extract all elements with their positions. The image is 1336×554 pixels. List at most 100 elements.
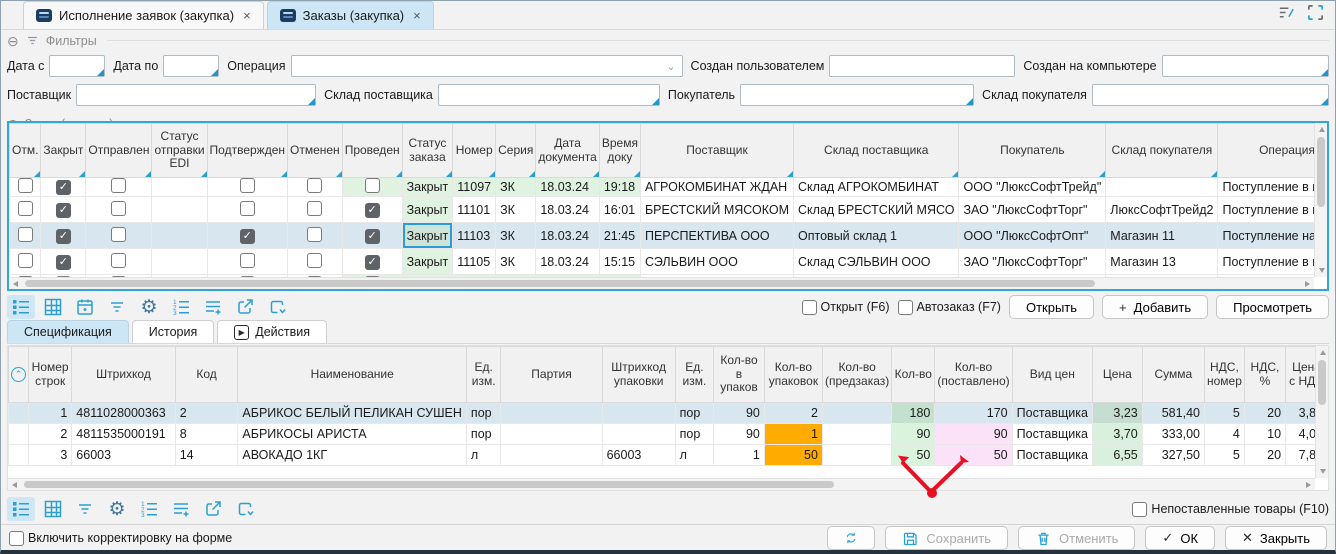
spec-col-header-5[interactable]: Ед. изм.: [466, 347, 501, 403]
cell-qty_in_pack[interactable]: 90: [714, 424, 765, 445]
cell-pack_barcode[interactable]: [602, 424, 675, 445]
cell-closed[interactable]: ✓: [41, 197, 86, 223]
cell-date[interactable]: 18.03.24: [536, 178, 600, 197]
checkbox[interactable]: [1132, 502, 1147, 517]
posted-checkbox[interactable]: [365, 178, 380, 193]
cell-buyer_store[interactable]: Магазин 11: [1106, 223, 1218, 249]
cell-vat_pct[interactable]: 20: [1244, 445, 1285, 466]
spec-col-header-7[interactable]: Штрихкод упаковки: [602, 347, 675, 403]
cell-otm[interactable]: [10, 249, 41, 275]
scroll-thumb[interactable]: [1317, 137, 1325, 207]
spec-col-header-0[interactable]: ⌃: [9, 347, 29, 403]
grid-icon[interactable]: [39, 497, 67, 521]
scroll-thumb[interactable]: [24, 481, 834, 488]
cell-delivered[interactable]: 90: [935, 424, 1012, 445]
orders-col-header-3[interactable]: Статус отправки EDI: [152, 124, 207, 178]
numbered-list-icon[interactable]: [167, 295, 195, 319]
cell-number[interactable]: 11101: [453, 197, 496, 223]
scroll-thumb[interactable]: [1318, 360, 1326, 405]
spec-col-header-10[interactable]: Кол-во упаковок: [764, 347, 822, 403]
canceled-checkbox[interactable]: [307, 201, 322, 216]
cell-canceled[interactable]: [288, 249, 343, 275]
spec-col-header-12[interactable]: Кол-во: [892, 347, 935, 403]
orders-vertical-scrollbar[interactable]: [1314, 123, 1327, 277]
sort-collapse-icon[interactable]: ⌃: [11, 367, 26, 382]
cell-supplier_store[interactable]: Склад АГРОКОМБИНАТ: [794, 178, 959, 197]
cell-sum[interactable]: 333,00: [1142, 424, 1204, 445]
order-row[interactable]: ✓✓Закрыт11101ЗК18.03.2416:01БРЕСТСКИЙ МЯ…: [10, 197, 1330, 223]
scroll-right-icon[interactable]: [1305, 281, 1310, 287]
cell-buyer_store[interactable]: Магазин 13: [1106, 249, 1218, 275]
cell-sent[interactable]: [86, 249, 152, 275]
cell-marker[interactable]: [9, 445, 29, 466]
otm-checkbox[interactable]: [18, 201, 33, 216]
buyer-store-input[interactable]: [1092, 84, 1329, 106]
cell-price[interactable]: 6,55: [1092, 445, 1142, 466]
cell-otm[interactable]: [10, 197, 41, 223]
cell-supplier_store[interactable]: Оптовый склад 1: [794, 223, 959, 249]
cell-posted[interactable]: ✓: [342, 197, 402, 223]
list-icon[interactable]: [7, 497, 35, 521]
autoorder-f7-checkbox[interactable]: Автозаказ (F7): [898, 300, 1001, 315]
cell-time[interactable]: 15:15: [599, 249, 640, 275]
fullscreen-icon[interactable]: [1306, 3, 1325, 25]
created-by-input[interactable]: [829, 55, 1015, 77]
tab-actions[interactable]: ▶Действия: [217, 320, 327, 343]
order-row[interactable]: ✓✓✓Закрыт11103ЗК18.03.2421:45ПЕРСПЕКТИВА…: [10, 223, 1330, 249]
spec-col-header-1[interactable]: Номер строк: [29, 347, 72, 403]
cell-num[interactable]: 3: [29, 445, 72, 466]
cell-operation[interactable]: Поступление в магази: [1218, 178, 1329, 197]
spec-col-header-18[interactable]: НДС, %: [1244, 347, 1285, 403]
open-external-icon[interactable]: [199, 497, 227, 521]
cell-sent[interactable]: [86, 197, 152, 223]
spec-col-header-4[interactable]: Наименование: [238, 347, 467, 403]
cell-num[interactable]: 1: [29, 403, 72, 424]
spec-row[interactable]: 248115350001918АБРИКОСЫ АРИСТАпорпор9019…: [9, 424, 1328, 445]
edit-list-icon[interactable]: [1277, 3, 1296, 25]
cell-operation[interactable]: Поступление в магази: [1218, 197, 1329, 223]
cell-sum[interactable]: 327,50: [1142, 445, 1204, 466]
cell-num[interactable]: 2: [29, 424, 72, 445]
cell-closed[interactable]: ✓: [41, 178, 86, 197]
cell-buyer_store[interactable]: [1106, 178, 1218, 197]
sent-checkbox[interactable]: [111, 253, 126, 268]
cell-barcode[interactable]: 4811028000363: [72, 403, 175, 424]
cell-supplier[interactable]: СЭЛЬВИН ООО: [640, 249, 793, 275]
cell-edi[interactable]: [152, 197, 207, 223]
created-on-computer-input[interactable]: [1162, 55, 1329, 77]
close-button[interactable]: ✕Закрыть: [1225, 526, 1327, 550]
cell-vat_num[interactable]: 5: [1204, 445, 1244, 466]
add-button[interactable]: +Добавить: [1102, 295, 1208, 319]
cell-confirmed[interactable]: [207, 249, 287, 275]
enable-correction-checkbox[interactable]: Включить корректировку на форме: [9, 531, 232, 546]
cell-name[interactable]: АБРИКОСЫ АРИСТА: [238, 424, 467, 445]
tab-execution-requests[interactable]: Исполнение заявок (закупка) ×: [23, 1, 264, 29]
scroll-thumb[interactable]: [25, 280, 1095, 287]
cell-price_type[interactable]: Поставщика: [1012, 424, 1092, 445]
cell-number[interactable]: 11105: [453, 249, 496, 275]
cell-marker[interactable]: [9, 403, 29, 424]
cell-canceled[interactable]: [288, 178, 343, 197]
cell-otm[interactable]: [10, 178, 41, 197]
filter-icon[interactable]: [71, 497, 99, 521]
refresh-button[interactable]: [827, 526, 875, 550]
orders-col-header-9[interactable]: Серия: [496, 124, 536, 178]
cell-name[interactable]: АВОКАДО 1КГ: [238, 445, 467, 466]
cell-batch[interactable]: [501, 445, 602, 466]
cell-sum[interactable]: 581,40: [1142, 403, 1204, 424]
cell-qty_in_pack[interactable]: 1: [714, 445, 765, 466]
tab-specification[interactable]: Спецификация: [7, 320, 129, 343]
cell-vat_pct[interactable]: 10: [1244, 424, 1285, 445]
orders-col-header-8[interactable]: Номер: [453, 124, 496, 178]
reload-icon[interactable]: [231, 497, 259, 521]
add-row-icon[interactable]: [199, 295, 227, 319]
spec-col-header-9[interactable]: Кол-во в упаков: [714, 347, 765, 403]
cell-number[interactable]: 11103: [453, 223, 496, 249]
sent-checkbox[interactable]: [111, 227, 126, 242]
cell-date[interactable]: 18.03.24: [536, 249, 600, 275]
spec-vertical-scrollbar[interactable]: [1315, 346, 1328, 478]
cell-name[interactable]: АБРИКОС БЕЛЫЙ ПЕЛИКАН СУШЕН: [238, 403, 467, 424]
orders-col-header-7[interactable]: Статус заказа: [402, 124, 453, 178]
posted-checkbox[interactable]: ✓: [365, 229, 380, 244]
numbered-list-icon[interactable]: [135, 497, 163, 521]
